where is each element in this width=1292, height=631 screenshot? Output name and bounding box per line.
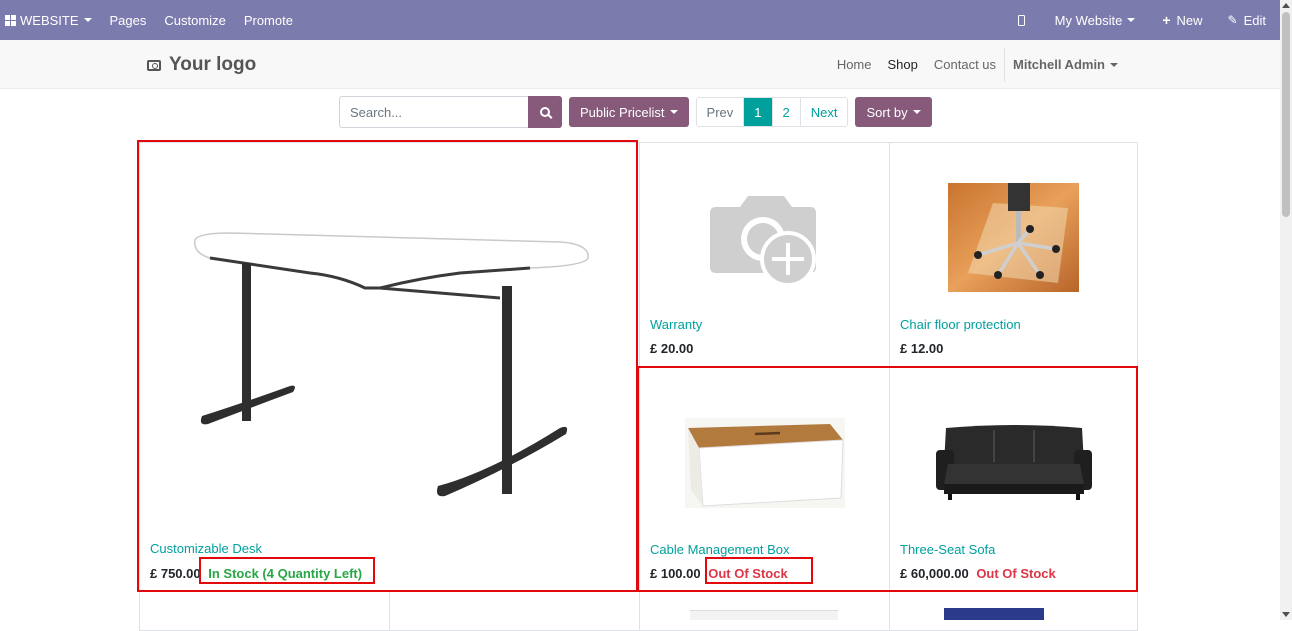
cable-box-image bbox=[685, 418, 845, 508]
product-grid: Customizable Desk £ 750.00 In Stock (4 Q… bbox=[139, 142, 1138, 631]
product-name[interactable]: Customizable Desk bbox=[150, 541, 262, 556]
product-price: £ 60,000.00 Out Of Stock bbox=[900, 566, 1056, 581]
scroll-up-icon[interactable] bbox=[1282, 3, 1290, 8]
stock-status-badge: Out Of Stock bbox=[976, 566, 1056, 581]
page-scrollbar[interactable] bbox=[1280, 0, 1292, 620]
mobile-phone-icon bbox=[1017, 14, 1025, 26]
menu-promote[interactable]: Promote bbox=[235, 0, 302, 40]
admin-topbar: WEBSITE Pages Customize Promote My Websi… bbox=[0, 0, 1280, 40]
product-card[interactable] bbox=[389, 591, 640, 631]
price-value: £ 60,000.00 bbox=[900, 566, 969, 581]
camera-placeholder-icon bbox=[710, 196, 816, 287]
scrollbar-thumb[interactable] bbox=[1282, 12, 1290, 217]
product-image bbox=[944, 608, 1044, 620]
product-name[interactable]: Cable Management Box bbox=[650, 542, 789, 557]
stock-status-badge: Out Of Stock bbox=[708, 566, 788, 581]
stock-status-badge: In Stock (4 Quantity Left) bbox=[208, 566, 363, 581]
camera-icon bbox=[147, 59, 161, 71]
new-button[interactable]: + New bbox=[1144, 0, 1211, 40]
product-price: £ 750.00 In Stock (4 Quantity Left) bbox=[150, 566, 362, 581]
nav-shop[interactable]: Shop bbox=[880, 57, 926, 72]
apps-grid-icon bbox=[5, 14, 16, 26]
menu-customize[interactable]: Customize bbox=[155, 0, 234, 40]
price-value: £ 750.00 bbox=[150, 566, 201, 581]
search-button[interactable] bbox=[528, 96, 562, 128]
product-card-customizable-desk[interactable]: Customizable Desk £ 750.00 In Stock (4 Q… bbox=[139, 142, 640, 592]
product-card-warranty[interactable]: Warranty £ 20.00 bbox=[639, 142, 890, 368]
product-card-three-seat-sofa[interactable]: Three-Seat Sofa £ 60,000.00 Out Of Stock bbox=[889, 367, 1138, 592]
search-input[interactable]: Search... bbox=[339, 96, 528, 128]
product-price: £ 12.00 bbox=[900, 341, 944, 356]
product-card[interactable] bbox=[139, 591, 390, 631]
site-header: Your logo Home Shop Contact us Mitchell … bbox=[0, 40, 1280, 89]
chevron-down-icon bbox=[1127, 18, 1136, 22]
pricelist-dropdown[interactable]: Public Pricelist bbox=[569, 97, 689, 127]
sort-by-label: Sort by bbox=[866, 104, 908, 120]
pager: Prev 1 2 Next bbox=[695, 97, 849, 127]
product-card[interactable] bbox=[889, 591, 1138, 631]
website-menu[interactable]: WEBSITE bbox=[0, 0, 101, 40]
pager-page-1[interactable]: 1 bbox=[743, 98, 772, 126]
product-name[interactable]: Three-Seat Sofa bbox=[900, 542, 995, 557]
main-nav: Home Shop Contact us Mitchell Admin bbox=[829, 40, 1130, 89]
chevron-down-icon bbox=[669, 110, 678, 114]
pencil-icon: ✎ bbox=[1227, 13, 1238, 27]
user-menu[interactable]: Mitchell Admin bbox=[1004, 47, 1130, 82]
my-website-menu[interactable]: My Website bbox=[1046, 0, 1145, 40]
menu-pages[interactable]: Pages bbox=[101, 0, 156, 40]
sofa-image bbox=[936, 425, 1092, 500]
product-price: £ 100.00 Out Of Stock bbox=[650, 566, 788, 581]
chevron-down-icon bbox=[83, 18, 92, 22]
site-logo[interactable]: Your logo bbox=[147, 54, 256, 76]
product-name[interactable]: Chair floor protection bbox=[900, 317, 1021, 332]
pricelist-label: Public Pricelist bbox=[580, 104, 665, 120]
website-menu-label: WEBSITE bbox=[20, 12, 79, 28]
user-name: Mitchell Admin bbox=[1013, 57, 1105, 72]
pager-page-2[interactable]: 2 bbox=[771, 98, 800, 126]
pager-next[interactable]: Next bbox=[799, 98, 848, 126]
plus-icon: + bbox=[1162, 12, 1171, 28]
my-website-label: My Website bbox=[1054, 12, 1123, 28]
desk-image bbox=[194, 232, 589, 497]
sort-by-dropdown[interactable]: Sort by bbox=[855, 97, 932, 127]
product-card-chair-floor-protection[interactable]: Chair floor protection £ 12.00 bbox=[889, 142, 1138, 368]
product-card[interactable] bbox=[639, 591, 890, 631]
shop-toolbar: Search... Public Pricelist Prev 1 2 Next… bbox=[339, 96, 932, 128]
new-button-label: New bbox=[1176, 12, 1203, 28]
chevron-down-icon bbox=[912, 110, 921, 114]
edit-button-label: Edit bbox=[1243, 12, 1266, 28]
scroll-down-icon[interactable] bbox=[1282, 612, 1290, 617]
edit-button[interactable]: ✎ Edit bbox=[1212, 0, 1280, 40]
nav-home[interactable]: Home bbox=[829, 57, 880, 72]
product-price: £ 20.00 bbox=[650, 341, 694, 356]
price-value: £ 100.00 bbox=[650, 566, 701, 581]
mobile-preview-button[interactable] bbox=[997, 0, 1046, 40]
pager-prev[interactable]: Prev bbox=[697, 98, 744, 126]
chair-floor-mat-image bbox=[948, 183, 1079, 292]
search-icon bbox=[540, 107, 550, 117]
logo-text: Your logo bbox=[169, 54, 257, 75]
product-name[interactable]: Warranty bbox=[650, 317, 702, 332]
nav-contact-us[interactable]: Contact us bbox=[926, 57, 1004, 72]
chevron-down-icon bbox=[1110, 62, 1118, 67]
product-image bbox=[690, 610, 838, 620]
product-card-cable-management-box[interactable]: Cable Management Box £ 100.00 Out Of Sto… bbox=[639, 367, 890, 592]
